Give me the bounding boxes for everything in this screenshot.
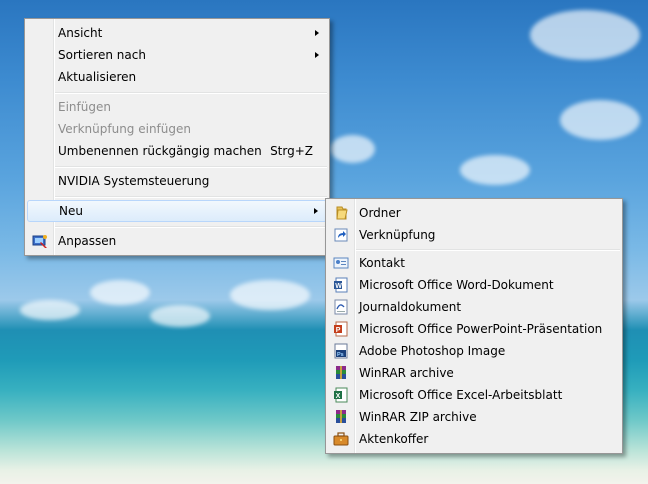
cloud [530, 10, 640, 60]
menu-item-label: Ansicht [58, 26, 103, 40]
submenu-item-photoshop[interactable]: Ps Adobe Photoshop Image [328, 340, 620, 362]
menu-separator [356, 249, 620, 251]
menu-item-label: Einfügen [58, 100, 111, 114]
contact-icon [333, 257, 349, 269]
submenu-item-excel[interactable]: X Microsoft Office Excel-Arbeitsblatt [328, 384, 620, 406]
menu-item-nvidia-systemsteuerung[interactable]: NVIDIA Systemsteuerung [27, 170, 327, 192]
cloud [20, 300, 80, 320]
submenu-arrow-icon [314, 208, 318, 214]
menu-item-label: Umbenennen rückgängig machen [58, 144, 262, 158]
excel-icon: X [334, 387, 348, 403]
submenu-arrow-icon [315, 30, 319, 36]
svg-text:X: X [336, 393, 341, 400]
menu-item-label: Anpassen [58, 234, 117, 248]
photoshop-icon: Ps [334, 343, 348, 359]
submenu-item-label: Adobe Photoshop Image [359, 344, 506, 358]
submenu-item-winrar-zip[interactable]: WinRAR ZIP archive [328, 406, 620, 428]
cloud [150, 305, 210, 327]
submenu-item-label: Microsoft Office PowerPoint-Präsentation [359, 322, 603, 336]
submenu-item-label: Microsoft Office Word-Dokument [359, 278, 554, 292]
svg-text:P: P [336, 327, 341, 334]
submenu-item-ordner[interactable]: Ordner [328, 202, 620, 224]
menu-item-umbenennen-rueckgaengig[interactable]: Umbenennen rückgängig machen Strg+Z [27, 140, 327, 162]
svg-text:W: W [335, 283, 342, 290]
menu-item-anpassen[interactable]: Anpassen [27, 230, 327, 252]
submenu-item-label: Verknüpfung [359, 228, 436, 242]
folder-icon [336, 206, 348, 220]
menu-item-label: Aktualisieren [58, 70, 137, 84]
cloud [330, 135, 375, 163]
menu-item-verknuepfung-einfuegen[interactable]: Verknüpfung einfügen [27, 118, 327, 140]
submenu-item-label: Aktenkoffer [359, 432, 429, 446]
submenu-item-label: WinRAR ZIP archive [359, 410, 477, 424]
shortcut-icon [334, 228, 348, 242]
submenu-item-label: Ordner [359, 206, 401, 220]
menu-separator [55, 92, 327, 94]
submenu-item-label: Journaldokument [359, 300, 462, 314]
submenu-item-label: WinRAR archive [359, 366, 454, 380]
menu-separator [55, 166, 327, 168]
menu-item-einfuegen[interactable]: Einfügen [27, 96, 327, 118]
menu-item-label: Neu [59, 204, 83, 218]
submenu-item-label: Microsoft Office Excel-Arbeitsblatt [359, 388, 563, 402]
submenu-item-word-dokument[interactable]: W Microsoft Office Word-Dokument [328, 274, 620, 296]
menu-item-ansicht[interactable]: Ansicht [27, 22, 327, 44]
briefcase-icon [333, 432, 349, 446]
submenu-item-verknuepfung[interactable]: Verknüpfung [328, 224, 620, 246]
cloud [460, 155, 530, 185]
cloud [560, 100, 640, 140]
submenu-item-label: Kontakt [359, 256, 405, 270]
word-document-icon: W [334, 277, 348, 293]
cloud [230, 280, 310, 310]
cloud [90, 280, 150, 305]
svg-text:Ps: Ps [337, 352, 344, 358]
powerpoint-icon: P [334, 321, 348, 337]
menu-item-label: Verknüpfung einfügen [58, 122, 191, 136]
menu-item-aktualisieren[interactable]: Aktualisieren [27, 66, 327, 88]
personalize-icon [32, 235, 47, 248]
submenu-item-powerpoint[interactable]: P Microsoft Office PowerPoint-Präsentati… [328, 318, 620, 340]
submenu-arrow-icon [315, 52, 319, 58]
winrar-icon [336, 366, 346, 379]
desktop-context-menu: Ansicht Sortieren nach Aktualisieren Ein… [24, 18, 330, 256]
submenu-item-winrar[interactable]: WinRAR archive [328, 362, 620, 384]
winrar-zip-icon [336, 410, 346, 423]
menu-item-label: Sortieren nach [58, 48, 146, 62]
shortcut-hint: Strg+Z [270, 144, 313, 158]
menu-separator [55, 196, 327, 198]
submenu-item-aktenkoffer[interactable]: Aktenkoffer [328, 428, 620, 450]
submenu-item-kontakt[interactable]: Kontakt [328, 252, 620, 274]
journal-document-icon [334, 299, 348, 315]
submenu-item-journaldokument[interactable]: Journaldokument [328, 296, 620, 318]
menu-item-label: NVIDIA Systemsteuerung [58, 174, 210, 188]
menu-item-neu[interactable]: Neu [27, 200, 327, 222]
menu-separator [55, 226, 327, 228]
new-submenu: Ordner Verknüpfung Kontakt W Microsoft O… [325, 198, 623, 454]
menu-item-sortieren-nach[interactable]: Sortieren nach [27, 44, 327, 66]
